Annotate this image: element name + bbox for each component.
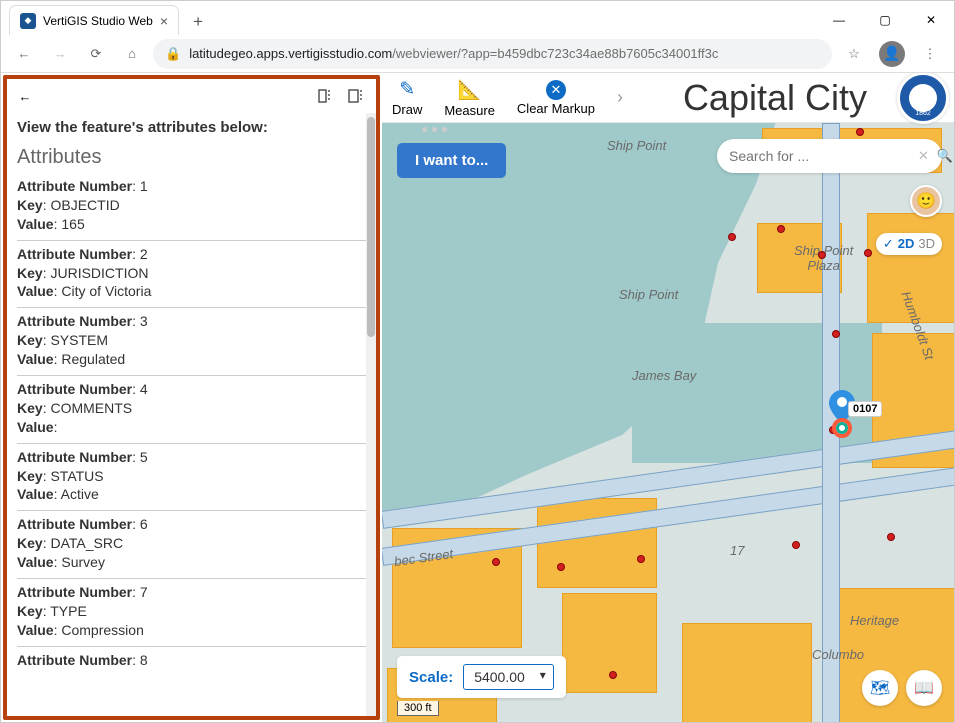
avatar-icon: 👤 xyxy=(879,41,905,67)
dimension-toggle[interactable]: ✓2D 3D xyxy=(876,233,942,255)
search-icon[interactable]: 🔍 xyxy=(937,148,953,164)
scale-ruler: 300 ft xyxy=(397,701,439,716)
label-columbo: Columbo xyxy=(812,647,864,662)
map-area: ✎ Draw 📐 Measure ✕ Clear Markup › Capita… xyxy=(382,73,954,722)
browser-menu-button[interactable]: ⋮ xyxy=(914,38,946,70)
3d-toggle[interactable]: 3D xyxy=(918,236,935,252)
attribute-block: Attribute Number: 4Key: COMMENTSValue: xyxy=(17,376,366,444)
browser-tab[interactable]: ◆ VertiGIS Studio Web × xyxy=(9,5,179,35)
user-avatar[interactable]: 🙂 xyxy=(910,185,942,217)
tab-title: VertiGIS Studio Web xyxy=(43,14,153,28)
map-search-bar: ✕ 🔍 xyxy=(717,139,942,173)
i-want-to-button[interactable]: I want to... xyxy=(397,143,506,178)
label-ship-point-mid: Ship Point xyxy=(619,287,678,302)
new-tab-button[interactable]: + xyxy=(185,9,211,35)
attributes-panel: ← View the feature's attributes below: A… xyxy=(3,75,380,720)
label-ship-point-top: Ship Point xyxy=(607,138,666,153)
maximize-button[interactable]: ▢ xyxy=(862,5,908,35)
measure-tool[interactable]: 📐 Measure xyxy=(444,78,495,118)
layers-button[interactable]: 🗺 xyxy=(862,670,898,706)
address-bar: ← → ⟳ ⌂ 🔒 latitudegeo.apps.vertigisstudi… xyxy=(1,35,954,73)
home-button[interactable]: ⌂ xyxy=(117,39,147,69)
scale-selector: Scale: 5400.00 xyxy=(397,656,566,698)
browser-titlebar: ◆ VertiGIS Studio Web × + — ▢ ✕ xyxy=(1,1,954,35)
cancel-icon: ✕ xyxy=(546,80,566,100)
panel-content[interactable]: View the feature's attributes below: Att… xyxy=(7,113,376,716)
feature-dot[interactable] xyxy=(728,233,736,241)
expand-panel-icon[interactable] xyxy=(340,81,370,111)
clear-markup-tool[interactable]: ✕ Clear Markup xyxy=(517,80,595,116)
bookmark-button[interactable]: 📖 xyxy=(906,670,942,706)
minimize-button[interactable]: — xyxy=(816,5,862,35)
attribute-block: Attribute Number: 8 xyxy=(17,647,366,676)
profile-button[interactable]: 👤 xyxy=(876,38,908,70)
scale-label: Scale: xyxy=(409,669,453,686)
panel-back-button[interactable]: ← xyxy=(13,84,37,108)
pencil-icon: ✎ xyxy=(399,78,415,101)
attribute-block: Attribute Number: 1Key: OBJECTIDValue: 1… xyxy=(17,173,366,241)
feature-dot[interactable] xyxy=(609,671,617,679)
collapse-panel-icon[interactable] xyxy=(310,81,340,111)
selected-feature-marker[interactable] xyxy=(832,418,852,438)
attributes-heading: Attributes xyxy=(17,146,366,169)
draw-label: Draw xyxy=(392,102,422,117)
favicon: ◆ xyxy=(20,13,36,29)
scale-dropdown[interactable]: 5400.00 xyxy=(463,664,554,690)
ruler-icon: 📐 xyxy=(458,78,482,102)
measure-label: Measure xyxy=(444,103,495,118)
clear-label: Clear Markup xyxy=(517,101,595,116)
toolbar-pager[interactable] xyxy=(422,127,447,132)
reload-button[interactable]: ⟳ xyxy=(81,39,111,69)
feature-dot[interactable] xyxy=(864,249,872,257)
2d-toggle[interactable]: 2D xyxy=(898,236,915,252)
forward-button[interactable]: → xyxy=(45,39,75,69)
map-toolbar: ✎ Draw 📐 Measure ✕ Clear Markup › Capita… xyxy=(382,73,954,123)
bookmark-star-icon[interactable]: ☆ xyxy=(838,38,870,70)
feature-dot[interactable] xyxy=(832,330,840,338)
feature-dot[interactable] xyxy=(887,533,895,541)
back-button[interactable]: ← xyxy=(9,39,39,69)
panel-instruction: View the feature's attributes below: xyxy=(17,119,366,136)
app-title: Capital City xyxy=(683,77,867,119)
attribute-block: Attribute Number: 2Key: JURISDICTIONValu… xyxy=(17,241,366,309)
draw-tool[interactable]: ✎ Draw xyxy=(392,78,422,117)
feature-dot[interactable] xyxy=(557,563,565,571)
attribute-block: Attribute Number: 3Key: SYSTEMValue: Reg… xyxy=(17,308,366,376)
url-text: latitudegeo.apps.vertigisstudio.com/webv… xyxy=(189,46,820,61)
feature-dot[interactable] xyxy=(492,558,500,566)
url-field[interactable]: 🔒 latitudegeo.apps.vertigisstudio.com/we… xyxy=(153,39,832,69)
scrollbar[interactable] xyxy=(366,113,376,716)
close-window-button[interactable]: ✕ xyxy=(908,5,954,35)
clear-search-icon[interactable]: ✕ xyxy=(918,148,929,164)
label-street-num: 17 xyxy=(730,543,744,558)
attribute-block: Attribute Number: 6Key: DATA_SRCValue: S… xyxy=(17,511,366,579)
feature-dot[interactable] xyxy=(637,555,645,563)
label-james-bay: James Bay xyxy=(632,368,696,383)
lock-icon: 🔒 xyxy=(165,46,181,62)
feature-dot[interactable] xyxy=(792,541,800,549)
feature-dot[interactable] xyxy=(818,251,826,259)
attribute-block: Attribute Number: 5Key: STATUSValue: Act… xyxy=(17,444,366,512)
chevron-right-icon[interactable]: › xyxy=(617,87,623,108)
map-search-input[interactable] xyxy=(729,148,910,164)
feature-dot[interactable] xyxy=(777,225,785,233)
map-canvas[interactable]: James Bay Ship Point Ship Point Plaza Sh… xyxy=(382,123,954,722)
label-heritage: Heritage xyxy=(850,613,899,628)
feature-dot[interactable] xyxy=(856,128,864,136)
marker-label: 0107 xyxy=(848,401,882,417)
window-controls: — ▢ ✕ xyxy=(816,5,954,35)
tab-close-icon[interactable]: × xyxy=(160,13,168,29)
city-seal-badge: 1862 xyxy=(897,73,949,124)
attribute-block: Attribute Number: 7Key: TYPEValue: Compr… xyxy=(17,579,366,647)
svg-text:1862: 1862 xyxy=(915,110,931,117)
